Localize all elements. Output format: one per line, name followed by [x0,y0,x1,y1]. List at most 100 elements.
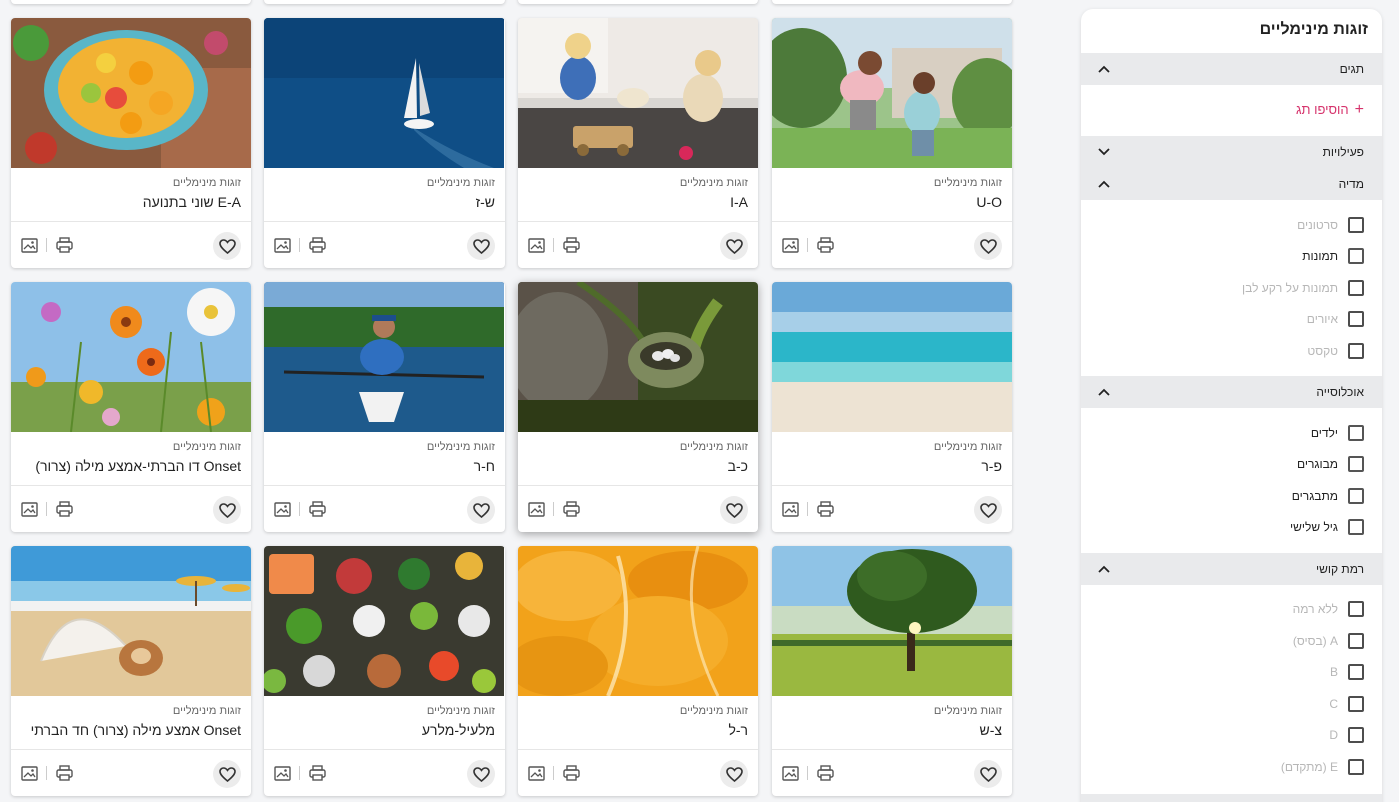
checkbox[interactable] [1348,727,1364,743]
card-image[interactable] [11,282,251,432]
print-icon[interactable] [561,499,581,519]
activity-card[interactable]: זוגות מינימליים מלעיל-מלרע [264,546,505,796]
image-icon[interactable] [526,499,546,519]
activity-card[interactable]: זוגות מינימליים ש-ז [264,18,505,268]
favorite-heart-icon[interactable] [467,760,495,788]
print-icon[interactable] [815,763,835,783]
card-image[interactable] [264,18,504,168]
image-icon[interactable] [19,763,39,783]
media-option-images[interactable]: תמונות [1302,248,1364,264]
image-icon[interactable] [19,499,39,519]
checkbox[interactable] [1348,633,1364,649]
section-difficulty-header[interactable]: רמת קושי [1081,553,1382,585]
activity-card[interactable]: זוגות מינימליים ח-ר [264,282,505,532]
print-icon[interactable] [815,235,835,255]
print-icon[interactable] [54,235,74,255]
checkbox[interactable] [1348,343,1364,359]
chevron-up-icon[interactable] [1097,385,1111,399]
chevron-up-icon[interactable] [1097,62,1111,76]
card-image[interactable] [518,282,758,432]
checkbox[interactable] [1348,488,1364,504]
activity-card[interactable]: זוגות מינימליים Onset אמצע מילה (צרור) ח… [11,546,251,796]
difficulty-option-b[interactable]: B [1330,664,1364,680]
difficulty-option-c[interactable]: C [1329,696,1364,712]
card-title[interactable]: U-O [976,194,1002,210]
checkbox[interactable] [1348,664,1364,680]
card-title[interactable]: Onset אמצע מילה (צרור) חד הברתי [31,722,241,738]
card-image[interactable] [772,546,1012,696]
activity-card[interactable]: זוגות מינימליים כ-ב [518,282,758,532]
section-media-header[interactable]: מדיה [1081,168,1382,200]
activity-card[interactable]: זוגות מינימליים צ-ש [772,546,1012,796]
population-option-teens[interactable]: מתבגרים [1292,488,1364,504]
activity-card[interactable]: זוגות מינימליים I-A [518,18,758,268]
image-icon[interactable] [272,499,292,519]
favorite-heart-icon[interactable] [467,496,495,524]
print-icon[interactable] [307,763,327,783]
image-icon[interactable] [780,499,800,519]
favorite-heart-icon[interactable] [974,760,1002,788]
checkbox[interactable] [1348,248,1364,264]
card-image[interactable] [518,18,758,168]
card-title[interactable]: פ-ר [981,458,1002,474]
section-activities-header[interactable]: פעילויות [1081,136,1382,168]
image-icon[interactable] [272,235,292,255]
section-tags-header[interactable]: תגים [1081,53,1382,85]
favorite-heart-icon[interactable] [213,232,241,260]
card-title[interactable]: צ-ש [979,722,1002,738]
card-image[interactable] [264,546,504,696]
checkbox[interactable] [1348,311,1364,327]
checkbox[interactable] [1348,601,1364,617]
card-image[interactable] [11,546,251,696]
checkbox[interactable] [1348,456,1364,472]
card-title[interactable]: מלעיל-מלרע [422,722,495,738]
checkbox[interactable] [1348,280,1364,296]
favorite-heart-icon[interactable] [213,496,241,524]
media-option-illustrations[interactable]: איורים [1307,311,1364,327]
media-option-text[interactable]: טקסט [1307,343,1364,359]
print-icon[interactable] [54,499,74,519]
population-option-adults[interactable]: מבוגרים [1297,456,1364,472]
difficulty-option-none[interactable]: ללא רמה [1293,601,1364,617]
activity-card[interactable]: זוגות מינימליים פ-ר [772,282,1012,532]
card-title[interactable]: ש-ז [476,194,495,210]
checkbox[interactable] [1348,519,1364,535]
image-icon[interactable] [526,763,546,783]
activity-card[interactable]: זוגות מינימליים Onset דו הברתי-אמצע מילה… [11,282,251,532]
checkbox[interactable] [1348,696,1364,712]
image-icon[interactable] [19,235,39,255]
favorite-heart-icon[interactable] [974,232,1002,260]
card-title[interactable]: ר-ל [728,722,748,738]
favorite-heart-icon[interactable] [213,760,241,788]
print-icon[interactable] [561,763,581,783]
media-option-videos[interactable]: סרטונים [1297,217,1364,233]
favorite-heart-icon[interactable] [974,496,1002,524]
favorite-heart-icon[interactable] [720,496,748,524]
population-option-seniors[interactable]: גיל שלישי [1290,519,1364,535]
image-icon[interactable] [272,763,292,783]
card-title[interactable]: ח-ר [474,458,495,474]
chevron-down-icon[interactable] [1097,145,1111,159]
print-icon[interactable] [561,235,581,255]
activity-card[interactable]: זוגות מינימליים E-A שוני בתנועה [11,18,251,268]
image-icon[interactable] [780,235,800,255]
card-title[interactable]: Onset דו הברתי-אמצע מילה (צרור) [35,458,241,474]
favorite-heart-icon[interactable] [720,232,748,260]
print-icon[interactable] [54,763,74,783]
print-icon[interactable] [815,499,835,519]
favorite-heart-icon[interactable] [720,760,748,788]
card-image[interactable] [772,282,1012,432]
print-icon[interactable] [307,235,327,255]
card-image[interactable] [772,18,1012,168]
card-image[interactable] [264,282,504,432]
add-tag-button[interactable]: + הוסיפו תג [1296,101,1364,117]
checkbox[interactable] [1348,425,1364,441]
checkbox[interactable] [1348,217,1364,233]
chevron-up-icon[interactable] [1097,177,1111,191]
difficulty-option-e[interactable]: E (מתקדם) [1281,759,1364,775]
image-icon[interactable] [526,235,546,255]
media-option-white-bg-images[interactable]: תמונות על רקע לבן [1242,280,1364,296]
card-title[interactable]: I-A [730,194,748,210]
favorite-heart-icon[interactable] [467,232,495,260]
activity-card[interactable]: זוגות מינימליים U-O [772,18,1012,268]
